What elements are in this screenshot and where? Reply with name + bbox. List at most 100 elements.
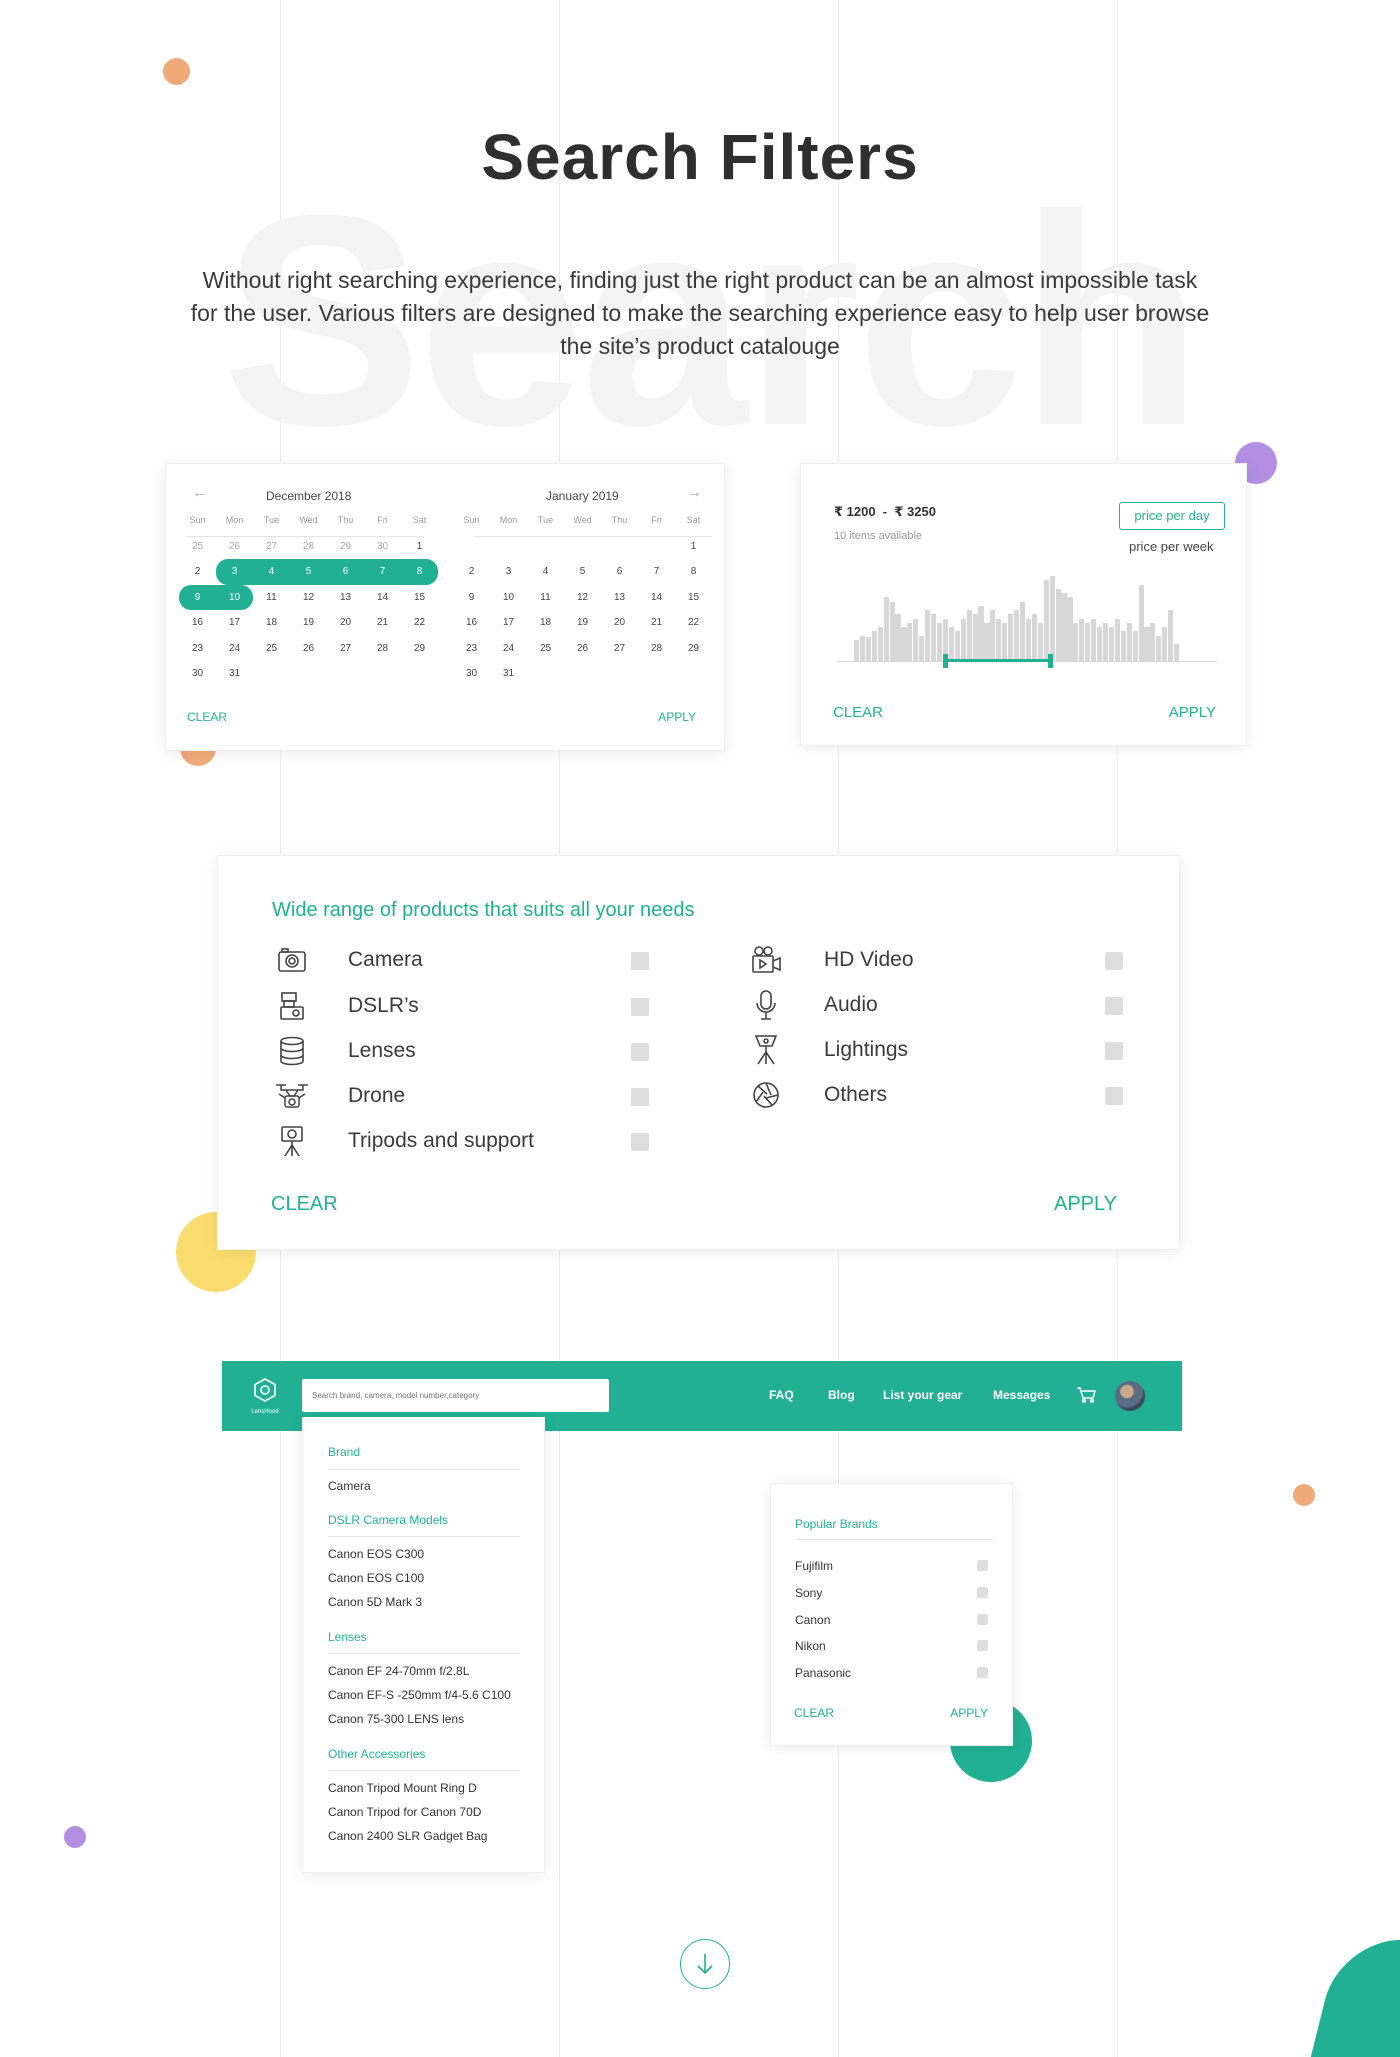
calendar-day[interactable]: 4 — [253, 559, 290, 585]
category-row-camera[interactable]: Camera — [272, 942, 423, 978]
calendar-day[interactable]: 20 — [601, 610, 638, 636]
calendar-day[interactable]: 14 — [638, 585, 675, 611]
category-row-audio[interactable]: Audio — [746, 987, 878, 1023]
calendar-day[interactable]: 29 — [327, 534, 364, 560]
checkbox-camera[interactable] — [631, 952, 649, 970]
nav-link-messages[interactable]: Messages — [993, 1388, 1050, 1402]
calendar-day[interactable]: 31 — [216, 661, 253, 687]
calendar-day[interactable]: 15 — [675, 585, 712, 611]
calendar-day[interactable]: 25 — [179, 534, 216, 560]
price-slider-max-handle[interactable] — [1047, 654, 1053, 668]
calendar-day[interactable]: 27 — [253, 534, 290, 560]
price-per-week-option[interactable]: price per week — [1129, 539, 1214, 554]
clear-button[interactable]: CLEAR — [794, 1706, 834, 1720]
search-input[interactable] — [302, 1379, 609, 1412]
calendar-day[interactable]: 5 — [564, 559, 601, 585]
category-row-tripods[interactable]: Tripods and support — [272, 1123, 534, 1159]
calendar-day[interactable]: 11 — [253, 585, 290, 611]
calendar-day[interactable]: 8 — [401, 559, 438, 585]
calendar-day[interactable]: 2 — [453, 559, 490, 585]
calendar-day[interactable]: 18 — [253, 610, 290, 636]
suggestion-item[interactable]: Canon Tripod Mount Ring D — [328, 1781, 477, 1795]
suggestion-item[interactable]: Camera — [328, 1479, 371, 1493]
apply-button[interactable]: APPLY — [1169, 704, 1216, 721]
calendar-day[interactable]: 9 — [179, 584, 216, 610]
calendar-day[interactable]: 3 — [490, 559, 527, 585]
price-slider-min-handle[interactable] — [943, 654, 949, 668]
category-row-others[interactable]: Others — [746, 1077, 887, 1113]
arrow-left-icon[interactable]: ← — [192, 484, 208, 502]
category-row-hd-video[interactable]: HD Video — [746, 942, 914, 978]
suggestion-item[interactable]: Canon Tripod for Canon 70D — [328, 1805, 481, 1819]
calendar-day[interactable]: 16 — [453, 610, 490, 636]
clear-button[interactable]: CLEAR — [187, 710, 227, 724]
checkbox-drone[interactable] — [631, 1088, 649, 1106]
calendar-day[interactable]: 11 — [527, 585, 564, 611]
apply-button[interactable]: APPLY — [1054, 1193, 1117, 1216]
calendar-day[interactable]: 30 — [453, 661, 490, 687]
checkbox-hd-video[interactable] — [1105, 952, 1123, 970]
checkbox-brand[interactable] — [977, 1640, 988, 1651]
calendar-day[interactable]: 18 — [527, 610, 564, 636]
category-row-drone[interactable]: Drone — [272, 1078, 405, 1114]
calendar-day[interactable]: 22 — [675, 610, 712, 636]
calendar-day[interactable]: 23 — [453, 636, 490, 662]
calendar-day[interactable]: 24 — [490, 636, 527, 662]
calendar-day[interactable]: 6 — [327, 559, 364, 585]
calendar-day[interactable]: 20 — [327, 610, 364, 636]
checkbox-tripods[interactable] — [631, 1133, 649, 1151]
calendar-day[interactable]: 8 — [675, 559, 712, 585]
calendar-day[interactable]: 9 — [453, 585, 490, 611]
calendar-day[interactable]: 5 — [290, 559, 327, 585]
calendar-day[interactable]: 12 — [290, 585, 327, 611]
apply-button[interactable]: APPLY — [950, 1706, 988, 1720]
suggestion-item[interactable]: Canon 2400 SLR Gadget Bag — [328, 1829, 487, 1843]
calendar-day[interactable]: 22 — [401, 610, 438, 636]
checkbox-brand[interactable] — [977, 1667, 988, 1678]
clear-button[interactable]: CLEAR — [271, 1193, 338, 1216]
calendar-day[interactable]: 2 — [179, 559, 216, 585]
calendar-day[interactable]: 29 — [675, 636, 712, 662]
avatar[interactable] — [1115, 1381, 1145, 1411]
price-per-day-toggle[interactable]: price per day — [1119, 502, 1225, 530]
calendar-day[interactable]: 13 — [327, 585, 364, 611]
calendar-day[interactable]: 30 — [364, 534, 401, 560]
checkbox-dslr[interactable] — [631, 998, 649, 1016]
category-row-lenses[interactable]: Lenses — [272, 1033, 416, 1069]
scroll-down-button[interactable] — [680, 1939, 730, 1989]
checkbox-audio[interactable] — [1105, 997, 1123, 1015]
nav-link-blog[interactable]: Blog — [828, 1388, 855, 1402]
calendar-day[interactable]: 28 — [364, 636, 401, 662]
calendar-day[interactable]: 19 — [290, 610, 327, 636]
suggestion-item[interactable]: Canon EF 24-70mm f/2.8L — [328, 1664, 469, 1678]
calendar-day[interactable]: 16 — [179, 610, 216, 636]
calendar-day[interactable]: 4 — [527, 559, 564, 585]
calendar-day[interactable]: 21 — [364, 610, 401, 636]
calendar-day[interactable]: 27 — [601, 636, 638, 662]
calendar-day[interactable]: 23 — [179, 636, 216, 662]
calendar-day[interactable]: 26 — [564, 636, 601, 662]
suggestion-item[interactable]: Canon EF-S -250mm f/4-5.6 C100 — [328, 1688, 511, 1702]
suggestion-item[interactable]: Canon EOS C300 — [328, 1547, 424, 1561]
calendar-day[interactable]: 27 — [327, 636, 364, 662]
checkbox-lightings[interactable] — [1105, 1042, 1123, 1060]
calendar-day[interactable]: 17 — [216, 610, 253, 636]
calendar-day[interactable]: 26 — [216, 534, 253, 560]
calendar-day[interactable]: 31 — [490, 661, 527, 687]
calendar-day[interactable]: 6 — [601, 559, 638, 585]
checkbox-brand[interactable] — [977, 1560, 988, 1571]
calendar-day[interactable]: 21 — [638, 610, 675, 636]
calendar-day[interactable]: 24 — [216, 636, 253, 662]
category-row-lightings[interactable]: Lightings — [746, 1032, 908, 1068]
calendar-day[interactable]: 26 — [290, 636, 327, 662]
calendar-day[interactable]: 19 — [564, 610, 601, 636]
calendar-day[interactable]: 25 — [527, 636, 564, 662]
calendar-day[interactable]: 10 — [216, 584, 253, 610]
calendar-day[interactable]: 15 — [401, 585, 438, 611]
calendar-day[interactable]: 1 — [675, 534, 712, 560]
logo[interactable]: LensHood — [250, 1377, 280, 1417]
category-row-dslr[interactable]: DSLR’s — [272, 988, 419, 1024]
calendar-day[interactable]: 30 — [179, 661, 216, 687]
nav-link-list-gear[interactable]: List your gear — [883, 1388, 962, 1402]
calendar-day[interactable]: 28 — [638, 636, 675, 662]
